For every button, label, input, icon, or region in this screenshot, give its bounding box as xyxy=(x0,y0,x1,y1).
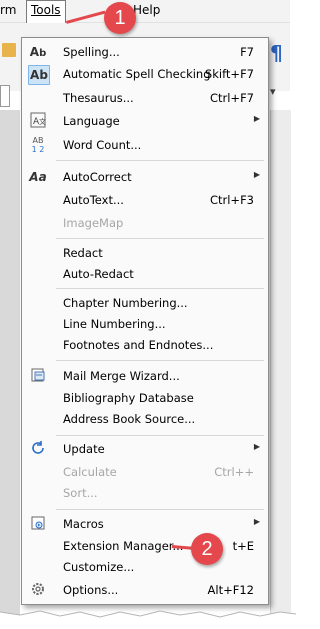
menu-item-line-numbering[interactable]: Line Numbering... xyxy=(22,313,268,335)
menu-item-calculate[interactable]: Calculate Ctrl++ xyxy=(22,461,268,483)
language-icon: A文 xyxy=(28,112,48,130)
menu-item-redact[interactable]: Redact xyxy=(22,242,268,264)
menu-item-shortcut: Ctrl+F3 xyxy=(209,193,254,207)
menu-item-label: AutoCorrect xyxy=(63,170,132,184)
menu-item-label: Sort... xyxy=(63,486,98,500)
menu-separator xyxy=(56,360,264,361)
menu-item-language[interactable]: A文 Language ▶ xyxy=(22,110,268,132)
menu-item-shortcut: F7 xyxy=(240,45,254,59)
menu-item-shortcut: Skift+F7 xyxy=(204,67,254,81)
menu-item-extension-manager[interactable]: Extension Manager... t+E xyxy=(22,535,268,557)
menu-item-customize[interactable]: Customize... xyxy=(22,556,268,578)
submenu-arrow-icon: ▶ xyxy=(253,517,260,526)
spelling-icon: Ab xyxy=(29,45,47,59)
menu-item-auto-redact[interactable]: Auto-Redact xyxy=(22,263,268,285)
menu-item-label: Bibliography Database xyxy=(63,391,194,405)
document-area xyxy=(270,110,291,620)
menu-item-update[interactable]: Update ▶ xyxy=(22,438,268,460)
menu-item-thesaurus[interactable]: Thesaurus... Ctrl+F7 xyxy=(22,87,268,109)
document-margin xyxy=(0,110,20,620)
autocorrect-icon: Aa xyxy=(29,170,47,184)
callout-badge-2: 2 xyxy=(191,533,223,565)
menu-item-bibliography[interactable]: Bibliography Database xyxy=(22,387,268,409)
toolbar-field[interactable] xyxy=(0,85,10,107)
menu-separator xyxy=(56,288,264,289)
menu-item-sort[interactable]: Sort... xyxy=(22,482,268,504)
menu-item-label: Word Count... xyxy=(63,138,142,152)
dropdown-arrow-icon[interactable]: ▾ xyxy=(270,85,276,98)
menu-item-auto-spell[interactable]: Ab Automatic Spell Checking Skift+F7 xyxy=(22,63,268,85)
menu-item-shortcut: t+E xyxy=(232,539,254,553)
folder-icon[interactable] xyxy=(2,43,16,57)
menu-help[interactable]: Help xyxy=(133,3,160,17)
menu-form-fragment[interactable]: rm xyxy=(0,3,16,17)
menu-item-label: ImageMap xyxy=(63,216,124,230)
submenu-arrow-icon: ▶ xyxy=(253,170,260,179)
menu-item-macros[interactable]: Macros ▶ xyxy=(22,513,268,535)
menu-separator xyxy=(56,238,264,239)
menu-item-shortcut: Alt+F12 xyxy=(207,583,254,597)
menu-item-label: Options... xyxy=(63,583,119,597)
pilcrow-icon[interactable]: ¶ xyxy=(270,41,283,65)
menu-item-imagemap[interactable]: ImageMap xyxy=(22,212,268,234)
svg-text:文: 文 xyxy=(39,117,46,126)
menu-item-label: Customize... xyxy=(63,560,135,574)
menu-item-label: Redact xyxy=(63,246,103,260)
menu-separator xyxy=(56,160,264,161)
torn-edge xyxy=(0,610,296,629)
menu-item-autotext[interactable]: AutoText... Ctrl+F3 xyxy=(22,189,268,211)
gear-icon xyxy=(28,581,48,599)
menu-item-label: Language xyxy=(63,114,120,128)
menu-separator xyxy=(56,435,264,436)
mail-merge-icon xyxy=(28,367,48,385)
menu-item-label: Address Book Source... xyxy=(63,412,196,426)
menu-item-label: Thesaurus... xyxy=(63,91,134,105)
menu-item-label: Automatic Spell Checking xyxy=(63,67,211,81)
menu-item-options[interactable]: Options... Alt+F12 xyxy=(22,579,268,601)
menu-item-label: Line Numbering... xyxy=(63,317,166,331)
menu-item-mail-merge[interactable]: Mail Merge Wizard... xyxy=(22,365,268,387)
menu-separator xyxy=(56,509,264,510)
menu-item-autocorrect[interactable]: Aa AutoCorrect ▶ xyxy=(22,166,268,188)
tools-menu: Ab Spelling... F7 Ab Automatic Spell Che… xyxy=(21,37,269,605)
menu-item-footnotes[interactable]: Footnotes and Endnotes... xyxy=(22,334,268,356)
menu-item-label: Chapter Numbering... xyxy=(63,296,188,310)
menu-item-label: Mail Merge Wizard... xyxy=(63,369,180,383)
menu-item-label: Extension Manager... xyxy=(63,539,184,553)
menu-item-shortcut: Ctrl+F7 xyxy=(209,91,254,105)
menu-item-spelling[interactable]: Ab Spelling... F7 xyxy=(22,41,268,63)
menu-item-label: Update xyxy=(63,442,105,456)
menu-item-label: Calculate xyxy=(63,465,117,479)
menu-item-label: Auto-Redact xyxy=(63,267,134,281)
menu-item-label: Spelling... xyxy=(63,45,120,59)
menu-item-word-count[interactable]: AB 1 2 Word Count... xyxy=(22,134,268,156)
menu-tools[interactable]: Tools xyxy=(26,0,66,24)
menu-item-chapter-numbering[interactable]: Chapter Numbering... xyxy=(22,292,268,314)
menu-item-label: Macros xyxy=(63,517,104,531)
macros-icon xyxy=(28,515,48,533)
menu-item-shortcut: Ctrl++ xyxy=(214,465,254,479)
menu-item-label: AutoText... xyxy=(63,193,124,207)
menu-item-label: Footnotes and Endnotes... xyxy=(63,338,214,352)
auto-spellcheck-icon: Ab xyxy=(28,65,50,85)
menu-bar: rm Tools Help xyxy=(0,0,290,24)
submenu-arrow-icon: ▶ xyxy=(253,114,260,123)
submenu-arrow-icon: ▶ xyxy=(253,442,260,451)
callout-badge-1: 1 xyxy=(104,2,136,34)
menu-item-address-book[interactable]: Address Book Source... xyxy=(22,408,268,430)
update-icon xyxy=(28,440,48,458)
word-count-icon: AB 1 2 xyxy=(31,136,45,154)
